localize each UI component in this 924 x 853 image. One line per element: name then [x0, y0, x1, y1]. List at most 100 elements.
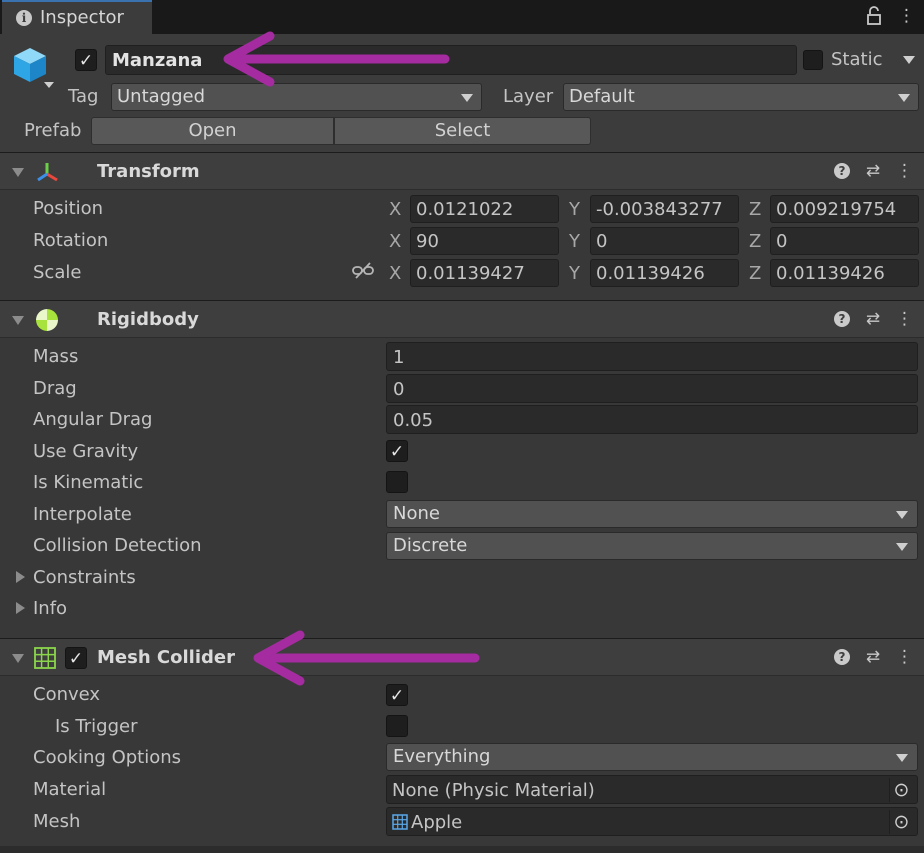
mesh-field[interactable]: Apple ⊙ [386, 807, 918, 836]
rigidbody-presets-icon[interactable]: ⇄ [862, 309, 884, 329]
static-checkbox[interactable] [803, 50, 823, 70]
rotation-y-label[interactable]: Y [569, 233, 580, 251]
interpolate-dropdown[interactable]: None [386, 500, 918, 528]
cooking-options-label: Cooking Options [33, 747, 182, 768]
bottom-divider [0, 846, 924, 853]
angular-drag-value: 0.05 [393, 410, 434, 431]
mass-field[interactable]: 1 [386, 342, 918, 371]
transform-help-icon[interactable]: ? [834, 163, 850, 179]
transform-header[interactable]: Transform ? ⇄ ⋮ [0, 152, 924, 190]
drag-value: 0 [393, 379, 405, 400]
rigidbody-header[interactable]: Rigidbody ? ⇄ ⋮ [0, 300, 924, 338]
mesh-collider-presets-icon[interactable]: ⇄ [862, 647, 884, 667]
position-x-label[interactable]: X [389, 201, 401, 219]
prefab-open-button[interactable]: Open [91, 117, 334, 145]
mesh-grid-icon [34, 647, 56, 669]
position-y-value: -0.003843277 [596, 199, 723, 220]
rigidbody-more-icon[interactable]: ⋮ [896, 309, 913, 329]
cooking-options-dropdown[interactable]: Everything [386, 743, 918, 771]
rotation-y-field[interactable]: 0 [590, 227, 739, 255]
rigidbody-title: Rigidbody [97, 309, 199, 330]
rigidbody-icon [34, 307, 60, 333]
lock-icon[interactable] [866, 6, 882, 26]
prefab-select-button[interactable]: Select [334, 117, 591, 145]
interpolate-label: Interpolate [33, 504, 132, 525]
gameobject-cube-icon[interactable] [10, 44, 56, 90]
info-label[interactable]: Info [33, 600, 67, 618]
position-z-label[interactable]: Z [749, 201, 761, 219]
collision-detection-caret [896, 543, 908, 551]
constrain-proportions-icon[interactable] [352, 262, 374, 280]
scale-y-label[interactable]: Y [569, 265, 580, 283]
mesh-asset-icon [392, 814, 408, 830]
drag-field[interactable]: 0 [386, 374, 918, 403]
rotation-z-label[interactable]: Z [749, 233, 761, 251]
rotation-z-field[interactable]: 0 [770, 227, 919, 255]
active-checkbox[interactable]: ✓ [75, 49, 97, 71]
is-trigger-label: Is Trigger [55, 716, 138, 737]
material-label: Material [33, 779, 107, 800]
position-y-field[interactable]: -0.003843277 [590, 195, 739, 223]
scale-x-label[interactable]: X [389, 265, 401, 283]
mesh-collider-more-icon[interactable]: ⋮ [896, 647, 913, 667]
scale-x-field[interactable]: 0.01139427 [410, 259, 559, 287]
scale-z-field[interactable]: 0.01139426 [770, 259, 919, 287]
mesh-collider-enabled-checkmark: ✓ [68, 649, 84, 669]
material-picker-icon[interactable]: ⊙ [889, 778, 913, 802]
collision-detection-label: Collision Detection [33, 535, 202, 556]
info-foldout-arrow[interactable] [16, 602, 25, 614]
rigidbody-help-icon[interactable]: ? [834, 311, 850, 327]
transform-more-icon[interactable]: ⋮ [896, 161, 913, 181]
mesh-collider-help-icon[interactable]: ? [834, 649, 850, 665]
mesh-collider-enabled-checkbox[interactable]: ✓ [65, 647, 87, 669]
mass-value: 1 [393, 347, 405, 368]
layer-dropdown[interactable]: Default [563, 83, 919, 111]
use-gravity-checkbox[interactable]: ✓ [386, 440, 408, 462]
scale-x-value: 0.01139427 [416, 263, 525, 284]
use-gravity-label: Use Gravity [33, 441, 139, 462]
collision-detection-dropdown[interactable]: Discrete [386, 532, 918, 560]
info-icon: i [16, 10, 32, 26]
cooking-options-caret [896, 754, 908, 762]
mass-label: Mass [33, 346, 79, 367]
angular-drag-label: Angular Drag [33, 409, 153, 430]
transform-title: Transform [97, 161, 200, 182]
rotation-label: Rotation [33, 230, 109, 251]
convex-label: Convex [33, 684, 101, 705]
scale-label: Scale [33, 262, 82, 283]
rigidbody-foldout-arrow[interactable] [12, 316, 24, 325]
position-x-field[interactable]: 0.0121022 [410, 195, 559, 223]
transform-foldout-arrow[interactable] [12, 168, 24, 177]
angular-drag-field[interactable]: 0.05 [386, 405, 918, 434]
material-field[interactable]: None (Physic Material) ⊙ [386, 775, 918, 804]
mesh-picker-icon[interactable]: ⊙ [889, 810, 913, 834]
inspector-tab[interactable]: i Inspector [2, 0, 152, 34]
layer-caret [898, 94, 910, 102]
mesh-value: Apple [411, 812, 463, 833]
rotation-x-value: 90 [416, 231, 439, 252]
cooking-options-value: Everything [393, 746, 491, 767]
mesh-collider-title: Mesh Collider [97, 647, 235, 668]
static-dropdown-caret[interactable] [903, 56, 915, 64]
position-x-value: 0.0121022 [416, 199, 514, 220]
constraints-label[interactable]: Constraints [33, 569, 136, 587]
is-kinematic-checkbox[interactable] [386, 471, 408, 493]
tab-more-icon[interactable]: ⋮ [898, 6, 915, 26]
position-z-field[interactable]: 0.009219754 [770, 195, 919, 223]
scale-z-value: 0.01139426 [776, 263, 885, 284]
rotation-x-field[interactable]: 90 [410, 227, 559, 255]
rotation-x-label[interactable]: X [389, 233, 401, 251]
transform-presets-icon[interactable]: ⇄ [862, 161, 884, 181]
position-z-value: 0.009219754 [776, 199, 897, 220]
position-y-label[interactable]: Y [569, 201, 580, 219]
scale-y-field[interactable]: 0.01139426 [590, 259, 739, 287]
annotation-arrow-mesh-collider [253, 630, 480, 686]
scale-z-label[interactable]: Z [749, 265, 761, 283]
mesh-collider-foldout-arrow[interactable] [12, 654, 24, 663]
transform-icon [36, 160, 60, 184]
drag-label: Drag [33, 378, 77, 399]
is-trigger-checkbox[interactable] [386, 715, 408, 737]
constraints-foldout-arrow[interactable] [16, 571, 25, 583]
tag-label: Tag [68, 86, 99, 107]
active-checkmark: ✓ [78, 51, 94, 71]
